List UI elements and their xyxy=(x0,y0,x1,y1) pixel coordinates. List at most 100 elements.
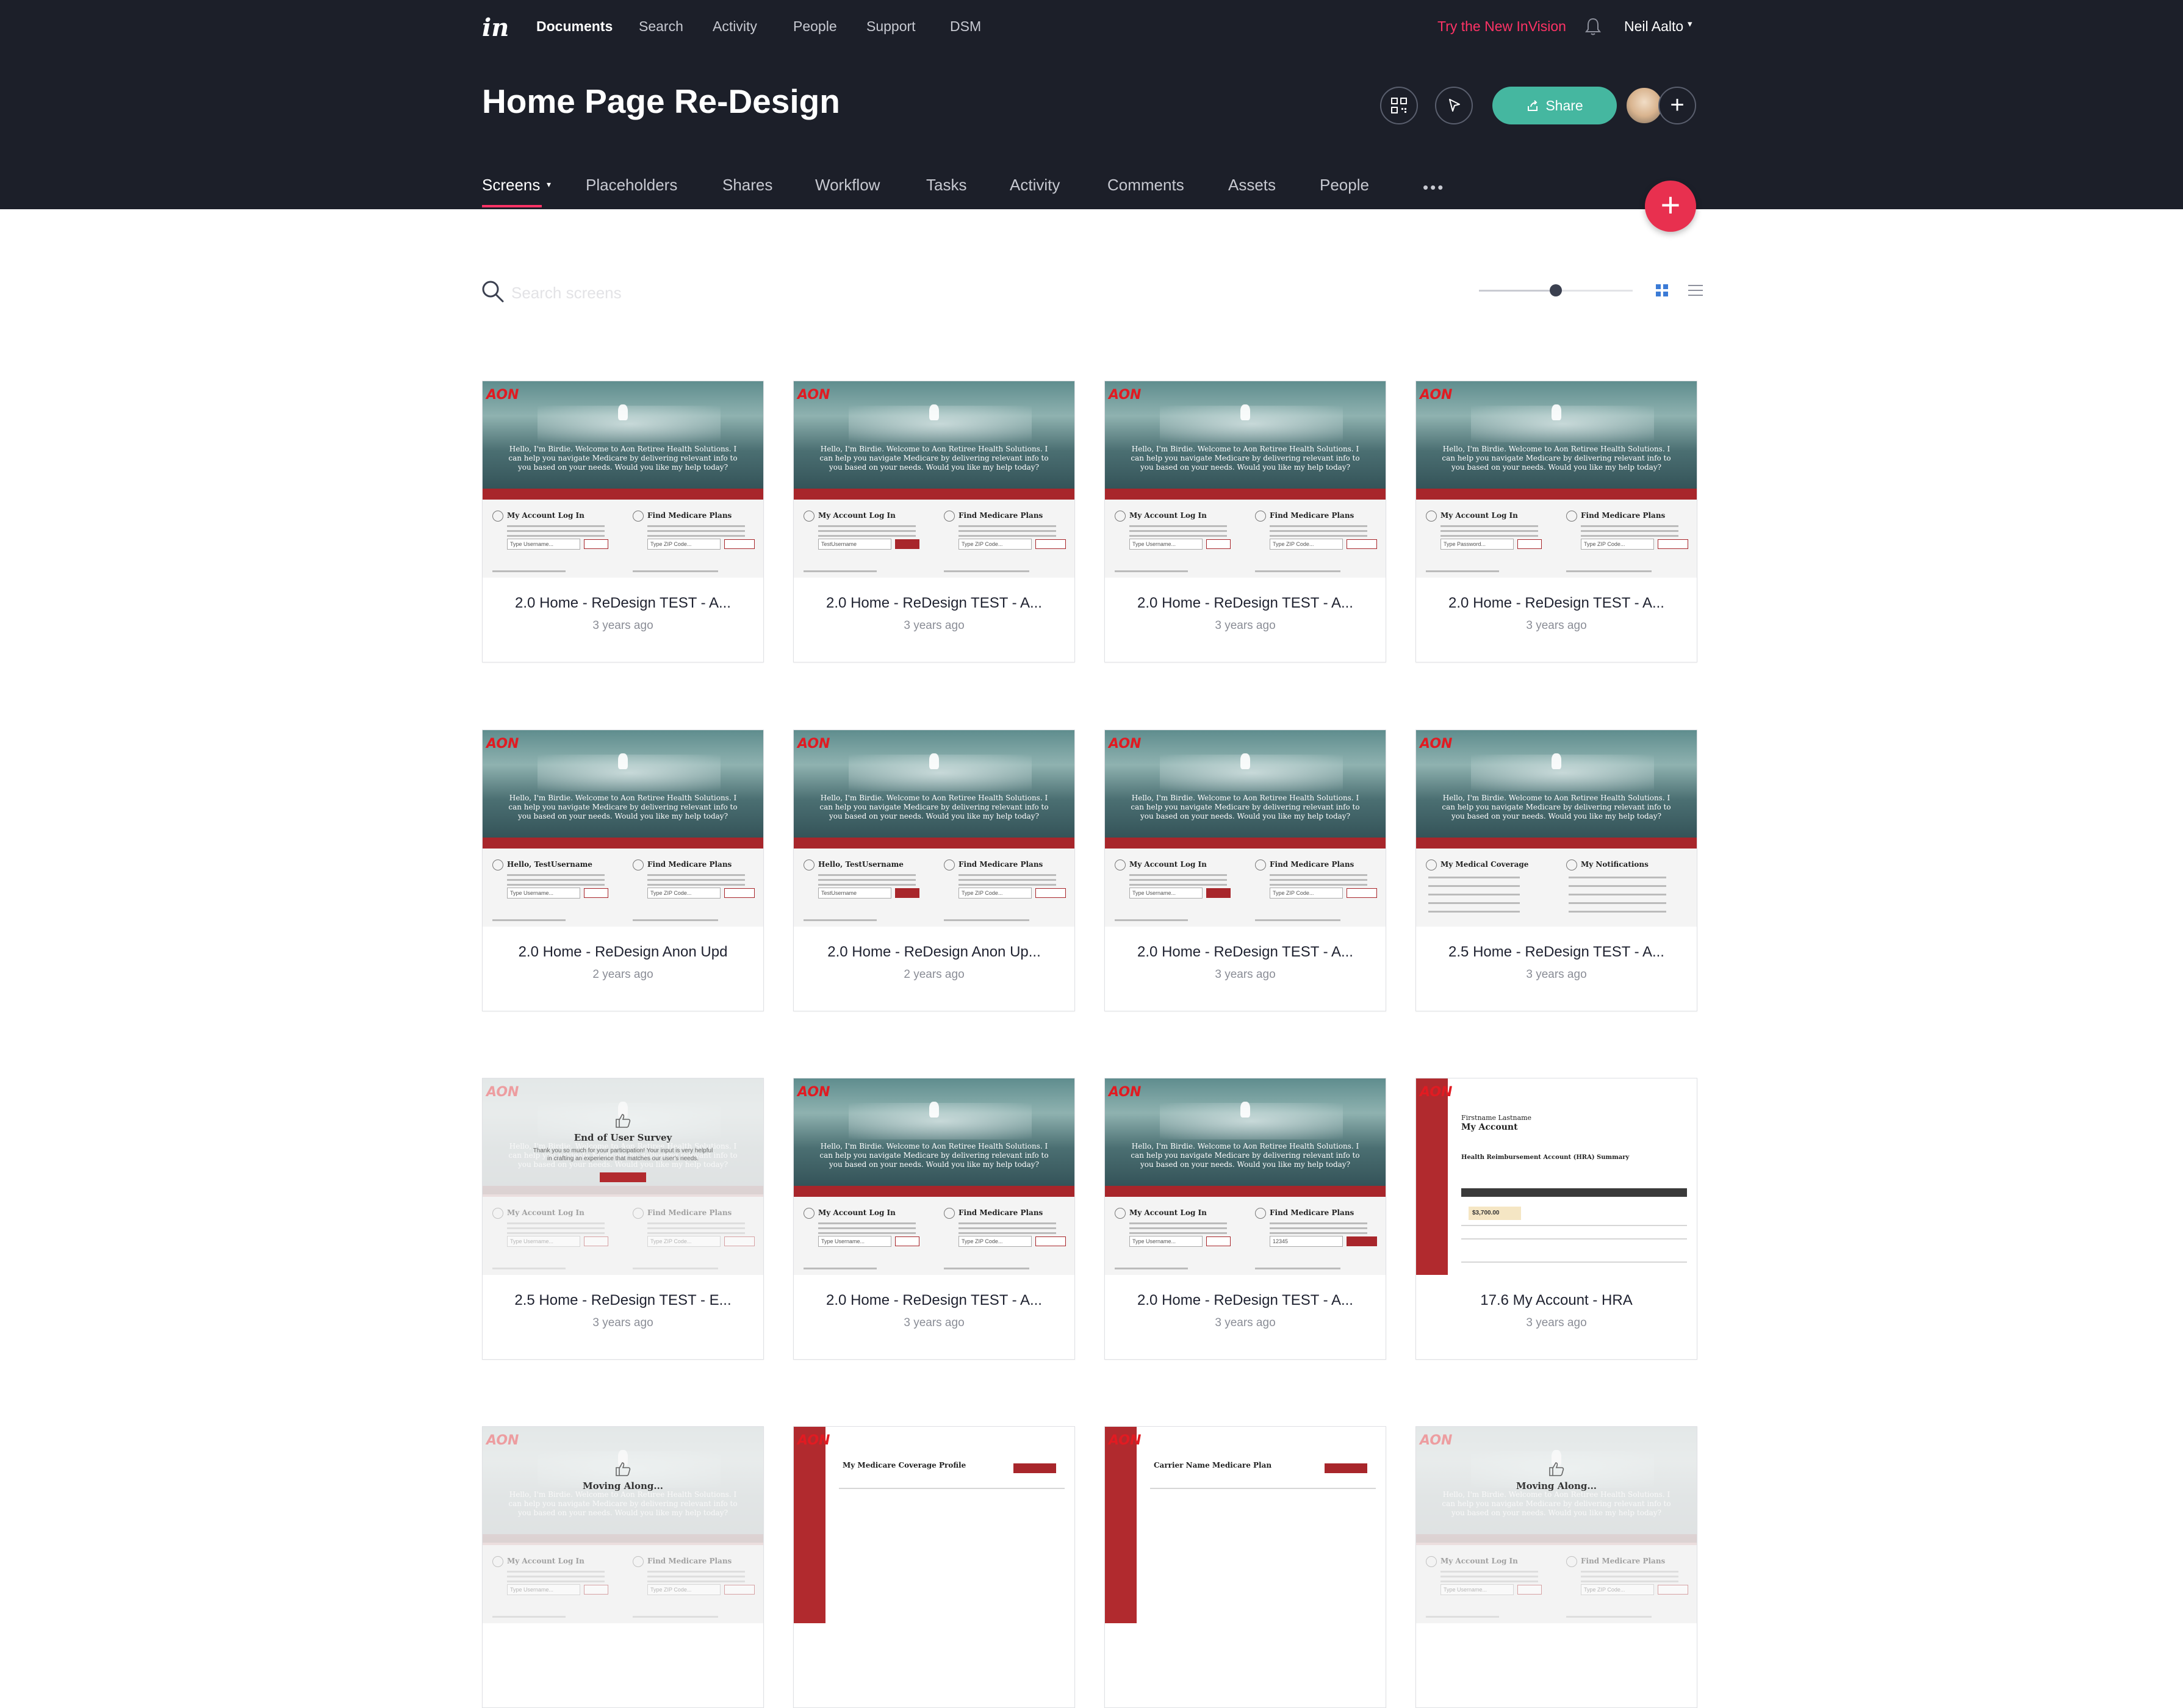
screen-thumbnail[interactable]: AONHello, I'm Birdie. Welcome to Aon Ret… xyxy=(483,730,763,927)
tab-people[interactable]: People xyxy=(1320,176,1369,195)
thumb-welcome-text: Hello, I'm Birdie. Welcome to Aon Retire… xyxy=(1131,794,1360,820)
screen-name[interactable]: 2.0 Home - ReDesign Anon Up... xyxy=(794,944,1074,961)
screen-name[interactable]: 2.0 Home - ReDesign Anon Upd xyxy=(483,944,763,961)
screen-name[interactable]: 2.0 Home - ReDesign TEST - A... xyxy=(794,595,1074,612)
tab-placeholders[interactable]: Placeholders xyxy=(586,176,677,195)
thumb-button xyxy=(1325,1463,1367,1473)
screen-name[interactable]: 2.5 Home - ReDesign TEST - A... xyxy=(1416,944,1697,961)
thumb-line xyxy=(944,570,1029,572)
thumb-heading: My Account Log In xyxy=(1440,511,1518,520)
add-screen-button[interactable]: + xyxy=(1645,181,1696,232)
nav-people[interactable]: People xyxy=(793,18,837,35)
screen-name[interactable]: 2.0 Home - ReDesign TEST - A... xyxy=(794,1292,1074,1309)
screen-thumbnail[interactable]: AONHello, I'm Birdie. Welcome to Aon Ret… xyxy=(1105,381,1386,578)
tab-workflow[interactable]: Workflow xyxy=(815,176,880,195)
thumb-heading: My Account Log In xyxy=(1129,1208,1207,1217)
screen-thumbnail[interactable]: AONHello, I'm Birdie. Welcome to Aon Ret… xyxy=(483,1078,763,1275)
notification-icon xyxy=(1566,859,1577,870)
screen-name[interactable]: 2.5 Home - ReDesign TEST - E... xyxy=(483,1292,763,1309)
screen-card[interactable]: AON Firstname Lastname My Account Health Re… xyxy=(1415,1078,1697,1360)
screen-thumbnail[interactable]: AONHello, I'm Birdie. Welcome to Aon Ret… xyxy=(483,381,763,578)
tab-shares[interactable]: Shares xyxy=(722,176,772,195)
search-icon xyxy=(944,511,955,522)
list-view-icon[interactable] xyxy=(1688,283,1703,301)
preview-button[interactable] xyxy=(1435,87,1473,124)
screen-thumbnail[interactable]: AONHello, I'm Birdie. Welcome to Aon Ret… xyxy=(1416,1427,1697,1623)
thumb-line xyxy=(1428,877,1520,878)
try-new-invision-link[interactable]: Try the New InVision xyxy=(1437,18,1566,35)
thumb-zip-field: Type ZIP Code... xyxy=(958,539,1032,550)
zoom-slider-handle[interactable] xyxy=(1550,284,1562,296)
search-icon xyxy=(1255,511,1266,522)
screen-name[interactable]: 2.0 Home - ReDesign TEST - A... xyxy=(1105,595,1386,612)
bell-icon[interactable] xyxy=(1585,17,1601,40)
screen-card[interactable]: AONHello, I'm Birdie. Welcome to Aon Ret… xyxy=(1415,1426,1697,1708)
thumb-view-plans-button xyxy=(1347,888,1377,898)
user-menu[interactable]: Neil Aalto xyxy=(1624,18,1683,35)
screen-name[interactable]: 2.0 Home - ReDesign TEST - A... xyxy=(1105,944,1386,961)
screen-thumbnail[interactable]: AONHello, I'm Birdie. Welcome to Aon Ret… xyxy=(1416,730,1697,927)
thumb-row xyxy=(839,1488,1065,1489)
screen-card[interactable]: AONHello, I'm Birdie. Welcome to Aon Ret… xyxy=(1104,730,1386,1011)
screen-thumbnail[interactable]: AONHello, I'm Birdie. Welcome to Aon Ret… xyxy=(794,730,1074,927)
screen-thumbnail[interactable]: AONHello, I'm Birdie. Welcome to Aon Ret… xyxy=(1105,730,1386,927)
screen-card[interactable]: AONHello, I'm Birdie. Welcome to Aon Ret… xyxy=(1104,1078,1386,1360)
thumb-view-plans-button xyxy=(1035,888,1066,898)
avatar[interactable] xyxy=(1625,87,1663,124)
tab-screens[interactable]: Screens xyxy=(482,176,540,195)
chevron-down-icon[interactable]: ▾ xyxy=(547,179,551,190)
tab-tasks[interactable]: Tasks xyxy=(926,176,966,195)
user-icon xyxy=(1115,859,1126,870)
qr-code-button[interactable] xyxy=(1380,87,1418,124)
screen-card[interactable]: AONHello, I'm Birdie. Welcome to Aon Ret… xyxy=(1415,730,1697,1011)
share-button[interactable]: Share xyxy=(1492,87,1617,124)
screen-thumbnail[interactable]: AONHello, I'm Birdie. Welcome to Aon Ret… xyxy=(1105,1078,1386,1275)
screen-thumbnail[interactable]: AONHello, I'm Birdie. Welcome to Aon Ret… xyxy=(794,1078,1074,1275)
screen-date: 3 years ago xyxy=(1526,619,1587,632)
thumb-heading: My Account Log In xyxy=(507,511,584,520)
screen-name[interactable]: 17.6 My Account - HRA xyxy=(1416,1292,1697,1309)
screen-card[interactable]: AONHello, I'm Birdie. Welcome to Aon Ret… xyxy=(482,1426,764,1708)
screen-thumbnail[interactable]: AON Carrier Name Medicare Plan xyxy=(1105,1427,1386,1623)
invision-logo[interactable]: in xyxy=(482,13,509,42)
screen-thumbnail[interactable]: AON My Medicare Coverage Profile xyxy=(794,1427,1074,1623)
screen-thumbnail[interactable]: AONHello, I'm Birdie. Welcome to Aon Ret… xyxy=(794,381,1074,578)
screen-name[interactable]: 2.0 Home - ReDesign TEST - A... xyxy=(1105,1292,1386,1309)
screen-date: 3 years ago xyxy=(904,1316,965,1329)
screen-card[interactable]: AONHello, I'm Birdie. Welcome to Aon Ret… xyxy=(482,1078,764,1360)
tab-assets[interactable]: Assets xyxy=(1228,176,1276,195)
thumb-line xyxy=(1581,525,1678,527)
screen-thumbnail[interactable]: AONHello, I'm Birdie. Welcome to Aon Ret… xyxy=(483,1427,763,1623)
grid-view-icon[interactable] xyxy=(1655,283,1669,301)
nav-search[interactable]: Search xyxy=(639,18,683,35)
screen-card[interactable]: AONHello, I'm Birdie. Welcome to Aon Ret… xyxy=(482,381,764,662)
screen-thumbnail[interactable]: AONHello, I'm Birdie. Welcome to Aon Ret… xyxy=(1416,381,1697,578)
nav-support[interactable]: Support xyxy=(866,18,916,35)
nav-documents[interactable]: Documents xyxy=(536,18,613,35)
nav-dsm[interactable]: DSM xyxy=(950,18,981,35)
search-input[interactable] xyxy=(511,281,755,305)
more-icon[interactable]: ••• xyxy=(1423,178,1445,197)
thumb-red-band xyxy=(1105,838,1386,849)
screen-card[interactable]: AONHello, I'm Birdie. Welcome to Aon Ret… xyxy=(793,381,1075,662)
screen-card[interactable]: AONHello, I'm Birdie. Welcome to Aon Ret… xyxy=(1104,381,1386,662)
tab-comments[interactable]: Comments xyxy=(1107,176,1184,195)
screen-name[interactable]: 2.0 Home - ReDesign TEST - A... xyxy=(483,595,763,612)
screen-card[interactable]: AONHello, I'm Birdie. Welcome to Aon Ret… xyxy=(1415,381,1697,662)
screen-card[interactable]: AONHello, I'm Birdie. Welcome to Aon Ret… xyxy=(482,730,764,1011)
screen-thumbnail[interactable]: AON Firstname Lastname My Account Health Re… xyxy=(1416,1078,1697,1275)
tab-activity[interactable]: Activity xyxy=(1010,176,1060,195)
screen-date: 3 years ago xyxy=(1526,968,1587,981)
nav-activity[interactable]: Activity xyxy=(713,18,757,35)
screen-card[interactable]: AON Carrier Name Medicare Plan xyxy=(1104,1426,1386,1708)
screen-name[interactable]: 2.0 Home - ReDesign TEST - A... xyxy=(1416,595,1697,612)
screen-card[interactable]: AON My Medicare Coverage Profile xyxy=(793,1426,1075,1708)
thumb-line xyxy=(1581,535,1678,537)
screen-card[interactable]: AONHello, I'm Birdie. Welcome to Aon Ret… xyxy=(793,730,1075,1011)
add-collaborator-button[interactable]: + xyxy=(1658,87,1696,124)
search-icon[interactable] xyxy=(481,279,505,307)
screen-card[interactable]: AONHello, I'm Birdie. Welcome to Aon Ret… xyxy=(793,1078,1075,1360)
thumb-login-button xyxy=(895,539,919,549)
chevron-down-icon[interactable]: ▾ xyxy=(1688,18,1692,29)
thumb-red-band xyxy=(1416,838,1697,849)
